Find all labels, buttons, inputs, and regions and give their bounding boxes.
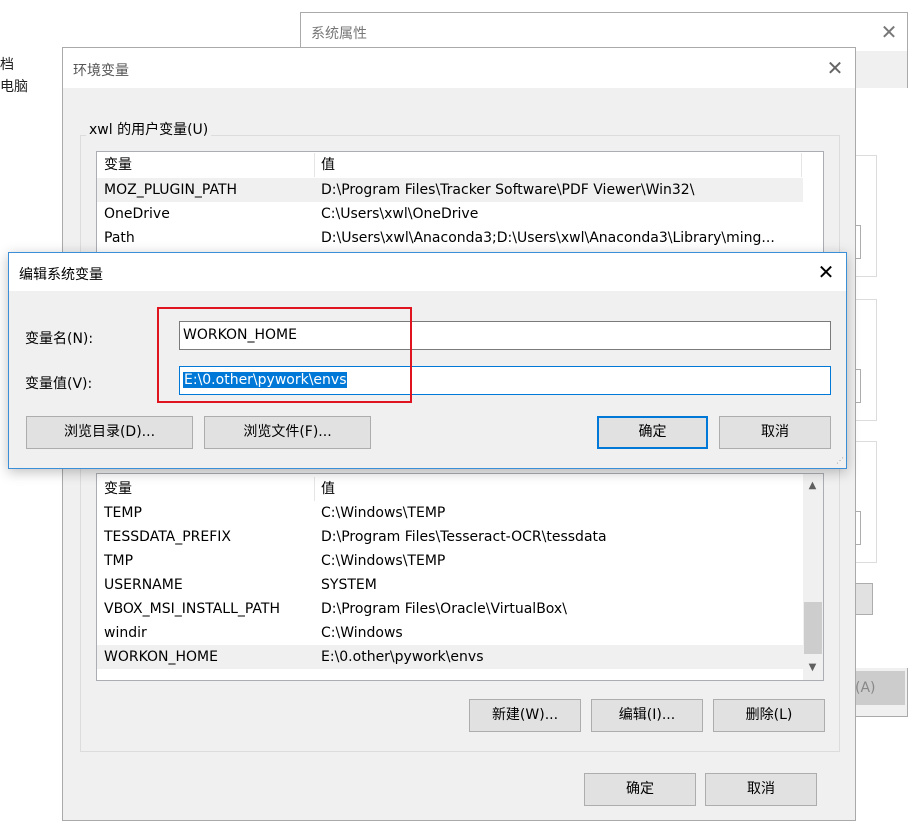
column-header-name[interactable]: 变量 <box>104 477 132 501</box>
row-value: D:\Users\xwl\Anaconda3;D:\Users\xwl\Anac… <box>321 230 775 246</box>
row-value: D:\Program Files\Tracker Software\PDF Vi… <box>321 182 695 198</box>
edit-dialog-titlebar: 编辑系统变量 ✕ <box>9 253 846 291</box>
table-row[interactable]: TESSDATA_PREFIX D:\Program Files\Tessera… <box>97 525 803 549</box>
close-icon[interactable]: ✕ <box>825 58 845 78</box>
desktop-text-fragment: 档 <box>0 57 14 73</box>
row-name: Path <box>104 230 135 246</box>
env-vars-button-edge[interactable] <box>853 583 873 615</box>
ok-button[interactable]: 确定 <box>597 416 708 449</box>
row-name: TMP <box>104 553 134 569</box>
highlight-annotation-box <box>157 307 412 403</box>
row-value: D:\Program Files\Oracle\VirtualBox\ <box>321 601 567 617</box>
cancel-button[interactable]: 取消 <box>719 416 831 449</box>
close-icon[interactable]: ✕ <box>816 262 836 282</box>
env-vars-title: 环境变量 <box>73 63 129 79</box>
row-value: D:\Program Files\Tesseract-OCR\tessdata <box>321 529 607 545</box>
column-divider <box>314 477 315 501</box>
edit-system-variable-dialog: 编辑系统变量 ✕ 变量名(N): WORKON_HOME 变量值(V): E:\… <box>8 252 847 469</box>
row-name: MOZ_PLUGIN_PATH <box>104 182 238 198</box>
settings-button-edge[interactable] <box>856 369 861 403</box>
column-header-value[interactable]: 值 <box>321 477 335 501</box>
system-properties-title: 系统属性 <box>311 26 367 42</box>
column-divider <box>801 153 802 177</box>
user-variables-list[interactable]: 变量 值 MOZ_PLUGIN_PATH D:\Program Files\Tr… <box>96 151 824 261</box>
row-value: SYSTEM <box>321 577 377 593</box>
table-row[interactable]: TEMP C:\Windows\TEMP <box>97 501 803 525</box>
row-value: E:\0.other\pywork\envs <box>321 649 484 665</box>
system-properties-titlebar: 系统属性 ✕ <box>301 13 907 51</box>
scrollbar-thumb[interactable] <box>804 602 822 654</box>
row-value: C:\Users\xwl\OneDrive <box>321 206 479 222</box>
variable-value-label: 变量值(V): <box>25 376 93 392</box>
vertical-scrollbar[interactable]: ▲ ▼ <box>803 474 823 680</box>
settings-button-edge[interactable] <box>856 511 861 545</box>
row-value: C:\Windows <box>321 625 403 641</box>
row-name: VBOX_MSI_INSTALL_PATH <box>104 601 280 617</box>
table-row[interactable]: TMP C:\Windows\TEMP <box>97 549 803 573</box>
row-name: OneDrive <box>104 206 170 222</box>
row-name: WORKON_HOME <box>104 649 218 665</box>
apply-button-label: (A) <box>855 680 876 696</box>
env-vars-titlebar: 环境变量 ✕ <box>63 48 855 88</box>
row-value: C:\Windows\TEMP <box>321 505 446 521</box>
column-divider <box>314 153 315 177</box>
resize-grip-icon[interactable]: ⋰ <box>834 456 844 466</box>
column-header-value[interactable]: 值 <box>321 153 335 177</box>
scroll-down-icon[interactable]: ▼ <box>804 659 821 676</box>
new-button[interactable]: 新建(W)... <box>469 699 581 732</box>
settings-button-edge[interactable] <box>856 225 861 259</box>
edit-button[interactable]: 编辑(I)... <box>591 699 703 732</box>
variable-name-label: 变量名(N): <box>25 331 94 347</box>
list-header: 变量 值 <box>97 153 803 177</box>
row-name: USERNAME <box>104 577 183 593</box>
delete-button[interactable]: 删除(L) <box>713 699 825 732</box>
apply-button[interactable]: (A) <box>853 671 905 705</box>
close-icon[interactable]: ✕ <box>879 22 899 42</box>
ok-button[interactable]: 确定 <box>584 773 696 806</box>
table-row[interactable]: MOZ_PLUGIN_PATH D:\Program Files\Tracker… <box>97 178 803 202</box>
list-header: 变量 值 <box>97 477 803 501</box>
browse-directory-button[interactable]: 浏览目录(D)... <box>26 416 193 449</box>
row-name: TESSDATA_PREFIX <box>104 529 232 545</box>
cancel-button[interactable]: 取消 <box>705 773 817 806</box>
table-row[interactable]: Path D:\Users\xwl\Anaconda3;D:\Users\xwl… <box>97 226 803 250</box>
table-row[interactable]: OneDrive C:\Users\xwl\OneDrive <box>97 202 803 226</box>
row-value: C:\Windows\TEMP <box>321 553 446 569</box>
scroll-up-icon[interactable]: ▲ <box>804 477 821 494</box>
table-row[interactable]: windir C:\Windows <box>97 621 803 645</box>
system-variables-list[interactable]: 变量 值 TEMP C:\Windows\TEMP TESSDATA_PREFI… <box>96 473 824 681</box>
table-row-selected[interactable]: WORKON_HOME E:\0.other\pywork\envs <box>97 645 803 669</box>
browse-file-button[interactable]: 浏览文件(F)... <box>204 416 371 449</box>
table-row[interactable]: USERNAME SYSTEM <box>97 573 803 597</box>
table-row[interactable]: VBOX_MSI_INSTALL_PATH D:\Program Files\O… <box>97 597 803 621</box>
edit-dialog-title: 编辑系统变量 <box>19 267 103 283</box>
row-name: windir <box>104 625 147 641</box>
row-name: TEMP <box>104 505 142 521</box>
column-header-name[interactable]: 变量 <box>104 153 132 177</box>
user-variables-group-label: xwl 的用户变量(U) <box>86 119 212 139</box>
desktop-text-fragment-2: 电脑 <box>0 79 28 95</box>
